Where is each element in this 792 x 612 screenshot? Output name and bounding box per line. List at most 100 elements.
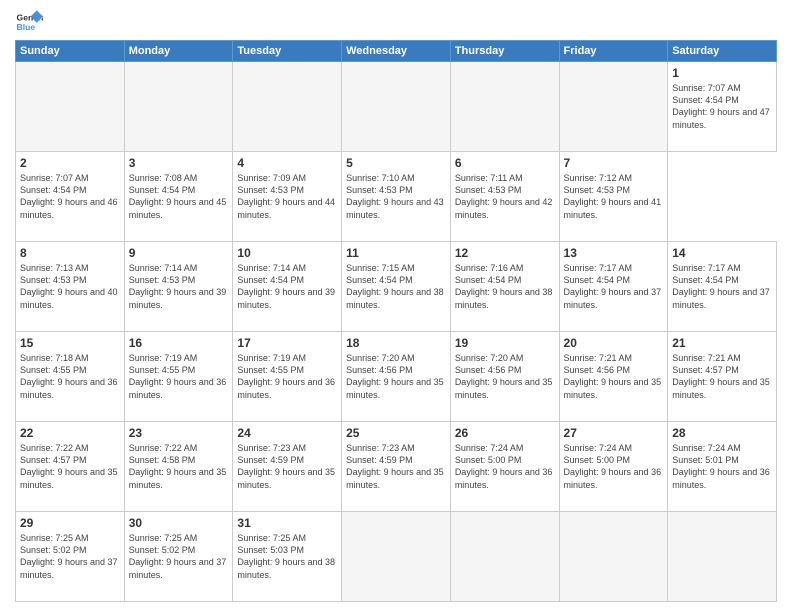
calendar-week-5: 22Sunrise: 7:22 AMSunset: 4:57 PMDayligh… — [16, 422, 777, 512]
day-number: 8 — [20, 245, 120, 261]
day-number: 10 — [237, 245, 337, 261]
calendar-day-18: 18Sunrise: 7:20 AMSunset: 4:56 PMDayligh… — [342, 332, 451, 422]
day-info: Sunrise: 7:24 AMSunset: 5:00 PMDaylight:… — [564, 442, 664, 491]
day-number: 18 — [346, 335, 446, 351]
column-header-tuesday: Tuesday — [233, 41, 342, 62]
calendar-day-30: 30Sunrise: 7:25 AMSunset: 5:02 PMDayligh… — [124, 512, 233, 602]
day-info: Sunrise: 7:22 AMSunset: 4:57 PMDaylight:… — [20, 442, 120, 491]
calendar-week-1: 1Sunrise: 7:07 AMSunset: 4:54 PMDaylight… — [16, 62, 777, 152]
day-info: Sunrise: 7:18 AMSunset: 4:55 PMDaylight:… — [20, 352, 120, 401]
calendar-day-19: 19Sunrise: 7:20 AMSunset: 4:56 PMDayligh… — [450, 332, 559, 422]
day-info: Sunrise: 7:23 AMSunset: 4:59 PMDaylight:… — [237, 442, 337, 491]
day-info: Sunrise: 7:25 AMSunset: 5:03 PMDaylight:… — [237, 532, 337, 581]
calendar-day-13: 13Sunrise: 7:17 AMSunset: 4:54 PMDayligh… — [559, 242, 668, 332]
calendar-day-16: 16Sunrise: 7:19 AMSunset: 4:55 PMDayligh… — [124, 332, 233, 422]
calendar-day-12: 12Sunrise: 7:16 AMSunset: 4:54 PMDayligh… — [450, 242, 559, 332]
day-number: 7 — [564, 155, 664, 171]
day-info: Sunrise: 7:14 AMSunset: 4:53 PMDaylight:… — [129, 262, 229, 311]
calendar-week-4: 15Sunrise: 7:18 AMSunset: 4:55 PMDayligh… — [16, 332, 777, 422]
calendar-day-1: 1Sunrise: 7:07 AMSunset: 4:54 PMDaylight… — [668, 62, 777, 152]
calendar-header-row: SundayMondayTuesdayWednesdayThursdayFrid… — [16, 41, 777, 62]
calendar-day-2: 2Sunrise: 7:07 AMSunset: 4:54 PMDaylight… — [16, 152, 125, 242]
empty-cell — [233, 62, 342, 152]
day-info: Sunrise: 7:19 AMSunset: 4:55 PMDaylight:… — [237, 352, 337, 401]
calendar-day-6: 6Sunrise: 7:11 AMSunset: 4:53 PMDaylight… — [450, 152, 559, 242]
logo: General Blue — [15, 10, 47, 34]
empty-cell — [450, 62, 559, 152]
day-info: Sunrise: 7:13 AMSunset: 4:53 PMDaylight:… — [20, 262, 120, 311]
calendar-day-8: 8Sunrise: 7:13 AMSunset: 4:53 PMDaylight… — [16, 242, 125, 332]
calendar-day-28: 28Sunrise: 7:24 AMSunset: 5:01 PMDayligh… — [668, 422, 777, 512]
empty-cell — [559, 62, 668, 152]
calendar-page: General Blue SundayMondayTuesdayWednesda… — [0, 0, 792, 612]
empty-cell — [342, 512, 451, 602]
day-number: 31 — [237, 515, 337, 531]
day-info: Sunrise: 7:08 AMSunset: 4:54 PMDaylight:… — [129, 172, 229, 221]
day-info: Sunrise: 7:25 AMSunset: 5:02 PMDaylight:… — [20, 532, 120, 581]
day-number: 25 — [346, 425, 446, 441]
day-info: Sunrise: 7:11 AMSunset: 4:53 PMDaylight:… — [455, 172, 555, 221]
day-number: 16 — [129, 335, 229, 351]
logo-icon: General Blue — [15, 10, 43, 34]
day-info: Sunrise: 7:16 AMSunset: 4:54 PMDaylight:… — [455, 262, 555, 311]
calendar-day-23: 23Sunrise: 7:22 AMSunset: 4:58 PMDayligh… — [124, 422, 233, 512]
day-info: Sunrise: 7:10 AMSunset: 4:53 PMDaylight:… — [346, 172, 446, 221]
day-info: Sunrise: 7:24 AMSunset: 5:00 PMDaylight:… — [455, 442, 555, 491]
calendar-day-15: 15Sunrise: 7:18 AMSunset: 4:55 PMDayligh… — [16, 332, 125, 422]
day-number: 11 — [346, 245, 446, 261]
day-info: Sunrise: 7:21 AMSunset: 4:56 PMDaylight:… — [564, 352, 664, 401]
svg-text:Blue: Blue — [17, 22, 36, 32]
day-number: 9 — [129, 245, 229, 261]
day-info: Sunrise: 7:17 AMSunset: 4:54 PMDaylight:… — [564, 262, 664, 311]
day-number: 30 — [129, 515, 229, 531]
header: General Blue — [15, 10, 777, 34]
calendar-day-11: 11Sunrise: 7:15 AMSunset: 4:54 PMDayligh… — [342, 242, 451, 332]
day-info: Sunrise: 7:15 AMSunset: 4:54 PMDaylight:… — [346, 262, 446, 311]
calendar-day-29: 29Sunrise: 7:25 AMSunset: 5:02 PMDayligh… — [16, 512, 125, 602]
calendar-day-24: 24Sunrise: 7:23 AMSunset: 4:59 PMDayligh… — [233, 422, 342, 512]
day-number: 22 — [20, 425, 120, 441]
calendar-day-3: 3Sunrise: 7:08 AMSunset: 4:54 PMDaylight… — [124, 152, 233, 242]
column-header-saturday: Saturday — [668, 41, 777, 62]
empty-cell — [668, 512, 777, 602]
calendar-day-5: 5Sunrise: 7:10 AMSunset: 4:53 PMDaylight… — [342, 152, 451, 242]
day-number: 26 — [455, 425, 555, 441]
day-number: 13 — [564, 245, 664, 261]
day-info: Sunrise: 7:22 AMSunset: 4:58 PMDaylight:… — [129, 442, 229, 491]
calendar-day-10: 10Sunrise: 7:14 AMSunset: 4:54 PMDayligh… — [233, 242, 342, 332]
calendar-day-21: 21Sunrise: 7:21 AMSunset: 4:57 PMDayligh… — [668, 332, 777, 422]
column-header-sunday: Sunday — [16, 41, 125, 62]
day-number: 4 — [237, 155, 337, 171]
empty-cell — [16, 62, 125, 152]
calendar-day-9: 9Sunrise: 7:14 AMSunset: 4:53 PMDaylight… — [124, 242, 233, 332]
calendar-week-3: 8Sunrise: 7:13 AMSunset: 4:53 PMDaylight… — [16, 242, 777, 332]
calendar-day-31: 31Sunrise: 7:25 AMSunset: 5:03 PMDayligh… — [233, 512, 342, 602]
empty-cell — [342, 62, 451, 152]
day-info: Sunrise: 7:14 AMSunset: 4:54 PMDaylight:… — [237, 262, 337, 311]
calendar-day-20: 20Sunrise: 7:21 AMSunset: 4:56 PMDayligh… — [559, 332, 668, 422]
day-number: 5 — [346, 155, 446, 171]
column-header-monday: Monday — [124, 41, 233, 62]
day-number: 24 — [237, 425, 337, 441]
day-number: 19 — [455, 335, 555, 351]
calendar-day-7: 7Sunrise: 7:12 AMSunset: 4:53 PMDaylight… — [559, 152, 668, 242]
day-info: Sunrise: 7:21 AMSunset: 4:57 PMDaylight:… — [672, 352, 772, 401]
calendar-week-2: 2Sunrise: 7:07 AMSunset: 4:54 PMDaylight… — [16, 152, 777, 242]
day-info: Sunrise: 7:24 AMSunset: 5:01 PMDaylight:… — [672, 442, 772, 491]
day-info: Sunrise: 7:20 AMSunset: 4:56 PMDaylight:… — [346, 352, 446, 401]
day-info: Sunrise: 7:07 AMSunset: 4:54 PMDaylight:… — [672, 82, 772, 131]
calendar-day-27: 27Sunrise: 7:24 AMSunset: 5:00 PMDayligh… — [559, 422, 668, 512]
empty-cell — [559, 512, 668, 602]
calendar-day-14: 14Sunrise: 7:17 AMSunset: 4:54 PMDayligh… — [668, 242, 777, 332]
calendar-table: SundayMondayTuesdayWednesdayThursdayFrid… — [15, 40, 777, 602]
day-number: 15 — [20, 335, 120, 351]
calendar-day-25: 25Sunrise: 7:23 AMSunset: 4:59 PMDayligh… — [342, 422, 451, 512]
empty-cell — [450, 512, 559, 602]
day-number: 28 — [672, 425, 772, 441]
day-number: 17 — [237, 335, 337, 351]
day-info: Sunrise: 7:12 AMSunset: 4:53 PMDaylight:… — [564, 172, 664, 221]
column-header-friday: Friday — [559, 41, 668, 62]
day-number: 29 — [20, 515, 120, 531]
day-info: Sunrise: 7:20 AMSunset: 4:56 PMDaylight:… — [455, 352, 555, 401]
day-number: 21 — [672, 335, 772, 351]
